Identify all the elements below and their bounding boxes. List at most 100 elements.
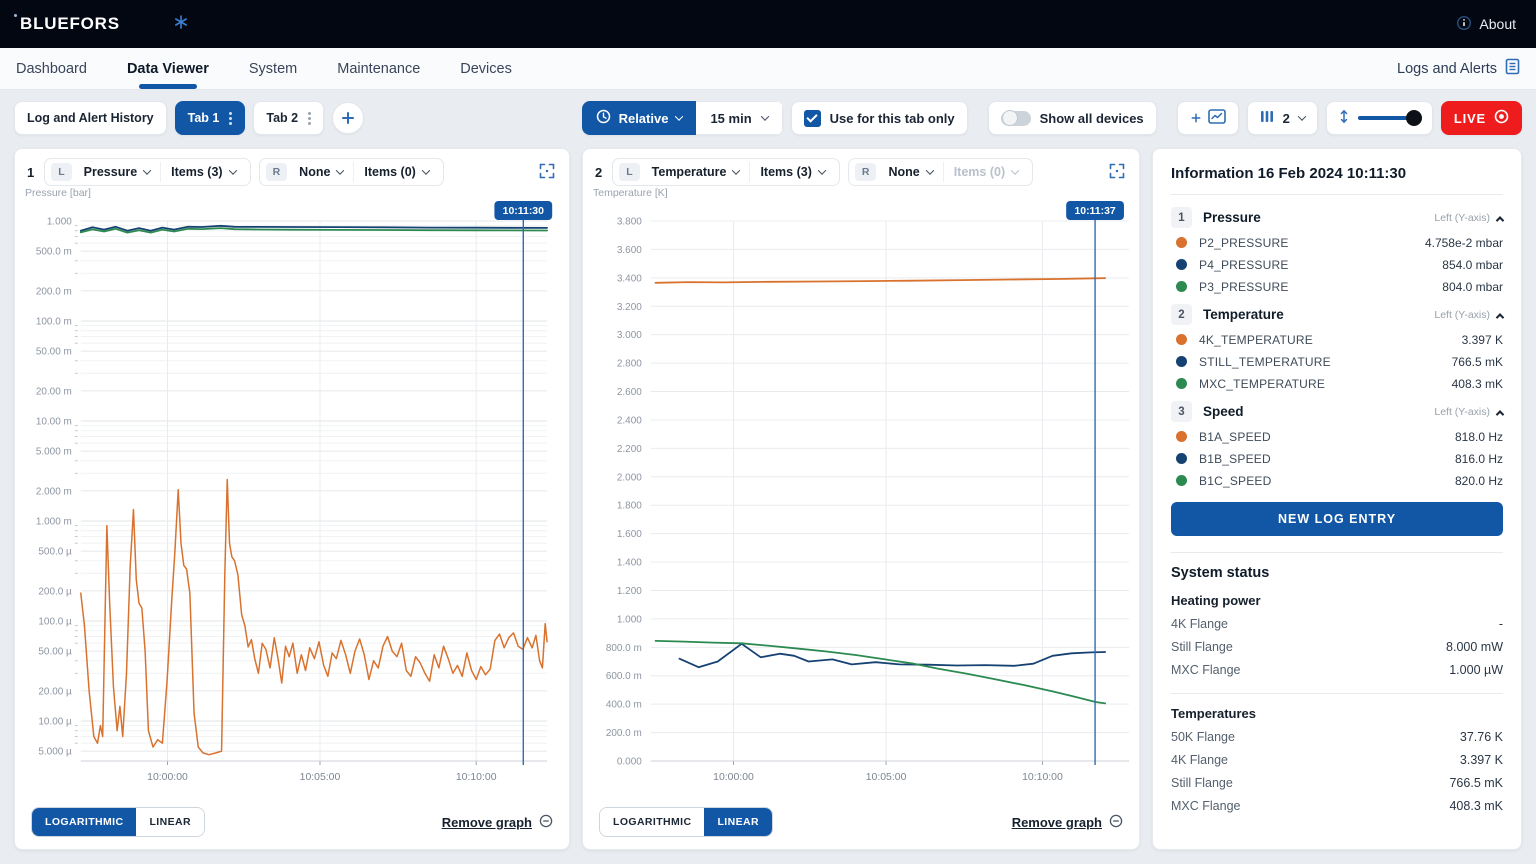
remove-graph-link[interactable]: Remove graph (442, 814, 553, 831)
left-items-select[interactable]: Items (3) (749, 162, 834, 182)
slider-knob[interactable] (1406, 110, 1422, 126)
columns-icon (1260, 110, 1274, 126)
show-all-devices-option[interactable]: Show all devices (988, 101, 1157, 135)
svg-text:1.800: 1.800 (617, 501, 642, 512)
status-row: MXC Flange408.3 mK (1171, 799, 1503, 813)
svg-text:1.600: 1.600 (617, 529, 642, 540)
linear-button[interactable]: LINEAR (704, 808, 771, 836)
sensor-row: B1B_SPEED816.0 Hz (1176, 451, 1503, 466)
sensor-row: 4K_TEMPERATURE3.397 K (1176, 332, 1503, 347)
toggle-off-icon[interactable] (1001, 111, 1031, 126)
nav-devices[interactable]: Devices (460, 48, 512, 89)
pressure-chart[interactable]: 1.000500.0 m200.0 m100.0 m50.00 m20.00 m… (15, 149, 569, 849)
plus-icon (342, 112, 354, 124)
svg-text:20.00 m: 20.00 m (36, 386, 72, 397)
chart-number: 1 (27, 165, 34, 180)
info-title: Information 16 Feb 2024 10:11:30 (1171, 165, 1503, 182)
svg-text:3.200: 3.200 (617, 302, 642, 313)
series-color-dot (1176, 281, 1187, 292)
topbar: BLUEFORS About (0, 0, 1536, 48)
time-range-select[interactable]: 15 min (696, 101, 782, 135)
height-slider-control (1326, 101, 1433, 135)
logarithmic-button[interactable]: LOGARITHMIC (600, 808, 704, 836)
system-status-title: System status (1171, 565, 1503, 581)
tab-2[interactable]: Tab 2 (253, 101, 324, 135)
svg-text:50.00 µ: 50.00 µ (38, 647, 72, 658)
tab-1-menu-icon[interactable] (229, 117, 232, 120)
group-axis-toggle[interactable]: Left (Y-axis) (1434, 212, 1503, 224)
add-tab-button[interactable] (332, 102, 364, 134)
right-measurement-select[interactable]: None (289, 162, 353, 182)
svg-text:10:11:37: 10:11:37 (1074, 206, 1115, 217)
group-number: 3 (1171, 401, 1192, 422)
series-color-dot (1176, 259, 1187, 270)
y-axis-unit-label: Pressure [bar] (25, 187, 91, 199)
svg-text:400.0 m: 400.0 m (606, 700, 642, 711)
remove-circle-icon (1109, 814, 1123, 831)
svg-text:800.0 m: 800.0 m (606, 643, 642, 654)
group-axis-toggle[interactable]: Left (Y-axis) (1434, 406, 1503, 418)
pressure-graph-header: 1 L Pressure Items (3) R None Items (0) (27, 158, 557, 186)
live-button[interactable]: LIVE (1441, 101, 1522, 135)
tab-1[interactable]: Tab 1 (175, 101, 246, 135)
chevron-up-icon (1496, 410, 1504, 418)
chevron-down-icon (760, 112, 768, 120)
svg-text:10:10:00: 10:10:00 (456, 772, 497, 783)
svg-text:200.0 m: 200.0 m (606, 728, 642, 739)
group-speed-header: 3 Speed Left (Y-axis) (1171, 401, 1503, 422)
svg-text:10:00:00: 10:00:00 (713, 772, 754, 783)
log-alert-history-button[interactable]: Log and Alert History (14, 101, 167, 135)
about-button[interactable]: About (1456, 15, 1516, 34)
fullscreen-icon[interactable] (537, 161, 557, 184)
temperature-graph-footer: LOGARITHMIC LINEAR Remove graph (599, 807, 1123, 837)
tab-2-menu-icon[interactable] (308, 117, 311, 120)
svg-text:2.400: 2.400 (617, 415, 642, 426)
tab-only-option[interactable]: Use for this tab only (791, 101, 968, 135)
chevron-down-icon (818, 166, 826, 174)
svg-text:200.0 m: 200.0 m (36, 286, 72, 297)
linear-button[interactable]: LINEAR (136, 808, 203, 836)
add-graph-button[interactable] (1177, 101, 1239, 135)
left-measurement-select[interactable]: Pressure (74, 162, 161, 182)
sensor-row: MXC_TEMPERATURE408.3 mK (1176, 376, 1503, 391)
app-logo: BLUEFORS (20, 14, 120, 34)
pressure-graph-footer: LOGARITHMIC LINEAR Remove graph (31, 807, 553, 837)
series-color-dot (1176, 453, 1187, 464)
main-content: 1 L Pressure Items (3) R None Items (0) … (14, 148, 1522, 850)
right-items-select[interactable]: Items (0) (353, 162, 438, 182)
svg-text:10:11:30: 10:11:30 (503, 206, 544, 217)
right-items-select[interactable]: Items (0) (943, 162, 1028, 182)
nav-data-viewer[interactable]: Data Viewer (127, 48, 209, 89)
nav-dashboard[interactable]: Dashboard (16, 48, 87, 89)
checkbox-checked-icon[interactable] (804, 110, 821, 127)
left-measurement-select[interactable]: Temperature (642, 162, 750, 182)
temperature-chart[interactable]: 3.8003.6003.4003.2003.0002.8002.6002.400… (583, 149, 1139, 849)
status-row: Still Flange8.000 mW (1171, 640, 1503, 654)
nav-maintenance[interactable]: Maintenance (337, 48, 420, 89)
svg-text:10:05:00: 10:05:00 (300, 772, 341, 783)
scale-toggle: LOGARITHMIC LINEAR (31, 807, 205, 837)
svg-text:10:05:00: 10:05:00 (866, 772, 907, 783)
chevron-down-icon (732, 166, 740, 174)
logarithmic-button[interactable]: LOGARITHMIC (32, 808, 136, 836)
logs-and-alerts-button[interactable]: Logs and Alerts (1397, 58, 1520, 79)
svg-text:3.600: 3.600 (617, 245, 642, 256)
remove-graph-link[interactable]: Remove graph (1012, 814, 1123, 831)
group-axis-toggle[interactable]: Left (Y-axis) (1434, 309, 1503, 321)
new-log-entry-button[interactable]: NEW LOG ENTRY (1171, 502, 1503, 536)
nav-system[interactable]: System (249, 48, 297, 89)
height-slider[interactable] (1358, 116, 1420, 120)
time-mode-button[interactable]: Relative (582, 101, 697, 135)
svg-text:1.000: 1.000 (47, 216, 72, 227)
left-items-select[interactable]: Items (3) (160, 162, 245, 182)
svg-text:500.0 m: 500.0 m (36, 247, 72, 258)
left-axis-selectors: L Pressure Items (3) (44, 158, 250, 186)
series-color-dot (1176, 475, 1187, 486)
remove-circle-icon (539, 814, 553, 831)
right-measurement-select[interactable]: None (878, 162, 942, 182)
svg-text:5.000 µ: 5.000 µ (38, 747, 72, 758)
columns-select[interactable]: 2 (1247, 101, 1318, 135)
series-color-dot (1176, 378, 1187, 389)
fullscreen-icon[interactable] (1107, 161, 1127, 184)
sensor-row: P2_PRESSURE4.758e-2 mbar (1176, 235, 1503, 250)
